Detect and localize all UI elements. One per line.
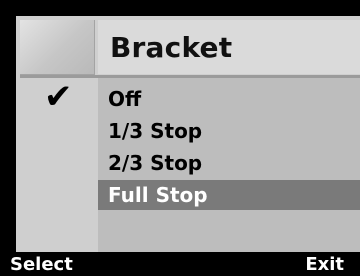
option-label: 1/3 Stop <box>108 119 203 143</box>
option-label: 2/3 Stop <box>108 151 203 175</box>
select-softkey[interactable]: Select <box>10 254 73 275</box>
menu-category-icon <box>20 20 95 75</box>
option-label: Full Stop <box>108 183 208 207</box>
exit-softkey[interactable]: Exit <box>305 254 344 275</box>
checkmark-icon: ✔ <box>44 77 73 117</box>
softkey-bar: Select Exit <box>0 252 360 276</box>
option-full-stop[interactable]: Full Stop <box>98 180 360 210</box>
camera-menu-screen: Bracket ✔ Off 1/3 Stop 2/3 Stop Full Sto… <box>0 0 360 276</box>
option-off[interactable]: Off <box>98 84 360 114</box>
menu-title: Bracket <box>110 30 233 64</box>
title-bar: Bracket <box>98 20 360 74</box>
option-one-third-stop[interactable]: 1/3 Stop <box>98 116 360 146</box>
option-label: Off <box>108 87 142 111</box>
option-two-third-stop[interactable]: 2/3 Stop <box>98 148 360 178</box>
